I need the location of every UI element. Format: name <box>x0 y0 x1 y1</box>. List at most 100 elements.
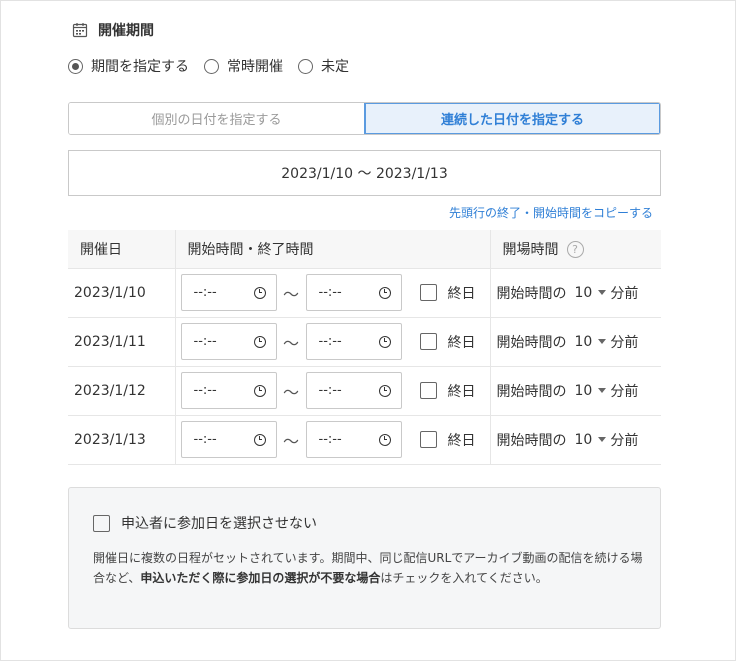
consecutive-dates-button[interactable]: 連続した日付を指定する <box>364 103 660 134</box>
time-value: --:-- <box>318 334 342 349</box>
caret-down-icon <box>598 437 607 442</box>
clock-icon <box>378 335 391 348</box>
copy-first-row-times-link[interactable]: 先頭行の終了・開始時間をコピーする <box>449 204 653 221</box>
row-date: 2023/1/10 <box>68 268 175 318</box>
start-time-input[interactable]: --:-- <box>180 323 277 360</box>
period-option-label: 期間を指定する <box>91 59 189 75</box>
table-header-row: 開催日 開始時間・終了時間 開場時間? <box>68 230 661 269</box>
individual-dates-button[interactable]: 個別の日付を指定する <box>69 103 364 134</box>
period-option-specify[interactable]: 期間を指定する <box>68 56 189 76</box>
start-time-input[interactable]: --:-- <box>180 421 277 458</box>
header-open: 開場時間? <box>489 230 661 269</box>
range-separator: 〜 <box>282 284 299 304</box>
open-suffix: 分前 <box>610 285 639 302</box>
help-icon[interactable]: ? <box>566 241 584 259</box>
open-suffix: 分前 <box>610 432 639 449</box>
period-option-always[interactable]: 常時開催 <box>204 56 283 76</box>
section-title: 開催期間 <box>98 23 154 39</box>
caret-down-icon <box>598 339 607 344</box>
start-time-input[interactable]: --:-- <box>180 274 277 311</box>
clock-icon <box>253 286 266 299</box>
time-value: --:-- <box>318 432 342 447</box>
time-value: --:-- <box>193 432 217 447</box>
time-value: --:-- <box>193 285 217 300</box>
end-time-input[interactable]: --:-- <box>305 372 402 409</box>
period-option-undecided[interactable]: 未定 <box>298 56 349 76</box>
allday-label: 終日 <box>447 432 476 449</box>
radio-button[interactable] <box>298 58 313 74</box>
open-prefix: 開始時間の <box>496 383 567 400</box>
open-minutes-select[interactable]: 10 <box>575 432 607 448</box>
clock-icon <box>253 335 266 348</box>
calendar-icon <box>72 23 88 38</box>
allday-checkbox[interactable]: 終日 <box>419 283 476 303</box>
open-minutes-select[interactable]: 10 <box>575 383 607 399</box>
table-row: 2023/1/12 --:-- 〜 --:-- 終日 開始時間の 10 分前 <box>68 366 661 416</box>
range-separator: 〜 <box>282 333 299 353</box>
open-minutes-value: 10 <box>574 382 593 399</box>
end-time-input[interactable]: --:-- <box>305 421 402 458</box>
allday-label: 終日 <box>447 383 476 400</box>
date-mode-toggle: 個別の日付を指定する 連続した日付を指定する <box>68 102 661 135</box>
checkbox[interactable] <box>419 431 437 448</box>
radio-button-selected[interactable] <box>68 58 83 74</box>
schedule-table: 開催日 開始時間・終了時間 開場時間? 2023/1/10 --:-- 〜 --… <box>68 230 661 465</box>
allday-label: 終日 <box>447 334 476 351</box>
period-option-label: 常時開催 <box>227 59 283 75</box>
open-suffix: 分前 <box>610 334 639 351</box>
caret-down-icon <box>598 388 607 393</box>
caret-down-icon <box>598 290 607 295</box>
notice-panel: 申込者に参加日を選択させない 開催日に複数の日程がセットされています。期間中、同… <box>68 487 661 629</box>
header-open-label: 開場時間 <box>502 241 559 258</box>
row-date: 2023/1/12 <box>68 366 175 416</box>
time-value: --:-- <box>193 334 217 349</box>
clock-icon <box>378 433 391 446</box>
clock-icon <box>253 384 266 397</box>
allday-checkbox[interactable]: 終日 <box>419 430 476 450</box>
checkbox[interactable] <box>419 333 437 350</box>
open-minutes-value: 10 <box>574 284 593 301</box>
allday-label: 終日 <box>447 285 476 302</box>
open-minutes-select[interactable]: 10 <box>575 334 607 350</box>
allday-checkbox[interactable]: 終日 <box>419 381 476 401</box>
radio-button[interactable] <box>204 58 219 74</box>
checkbox[interactable] <box>93 514 110 532</box>
clock-icon <box>253 433 266 446</box>
open-prefix: 開始時間の <box>496 432 567 449</box>
time-value: --:-- <box>193 383 217 398</box>
range-separator: 〜 <box>282 431 299 451</box>
allday-checkbox[interactable]: 終日 <box>419 332 476 352</box>
row-times: --:-- 〜 --:-- 終日 <box>174 317 490 367</box>
table-row: 2023/1/10 --:-- 〜 --:-- 終日 開始時間の 10 分前 <box>68 268 661 318</box>
section-header: 開催期間 <box>72 20 154 40</box>
period-option-label: 未定 <box>321 59 349 75</box>
header-times: 開始時間・終了時間 <box>174 230 490 269</box>
row-times: --:-- 〜 --:-- 終日 <box>174 268 490 318</box>
notice-text-after: はチェックを入れてください。 <box>380 571 548 585</box>
open-prefix: 開始時間の <box>496 334 567 351</box>
row-date: 2023/1/13 <box>68 415 175 465</box>
checkbox[interactable] <box>419 382 437 399</box>
row-open: 開始時間の 10 分前 <box>489 317 661 367</box>
end-time-input[interactable]: --:-- <box>305 323 402 360</box>
no-date-selection-checkbox[interactable]: 申込者に参加日を選択させない <box>93 513 317 533</box>
no-date-selection-label: 申込者に参加日を選択させない <box>121 516 317 532</box>
row-open: 開始時間の 10 分前 <box>489 415 661 465</box>
row-open: 開始時間の 10 分前 <box>489 366 661 416</box>
table-row: 2023/1/13 --:-- 〜 --:-- 終日 開始時間の 10 分前 <box>68 415 661 465</box>
open-minutes-value: 10 <box>574 431 593 448</box>
start-time-input[interactable]: --:-- <box>180 372 277 409</box>
end-time-input[interactable]: --:-- <box>305 274 402 311</box>
open-minutes-select[interactable]: 10 <box>575 285 607 301</box>
open-minutes-value: 10 <box>574 333 593 350</box>
notice-text-bold: 申込いただく際に参加日の選択が不要な場合 <box>140 571 381 585</box>
range-separator: 〜 <box>282 382 299 402</box>
period-radio-group: 期間を指定する 常時開催 未定 <box>68 56 364 76</box>
checkbox[interactable] <box>419 284 437 301</box>
header-date: 開催日 <box>68 230 175 269</box>
date-range-field[interactable]: 2023/1/10 〜 2023/1/13 <box>68 150 661 196</box>
clock-icon <box>378 384 391 397</box>
time-value: --:-- <box>318 383 342 398</box>
open-suffix: 分前 <box>610 383 639 400</box>
row-open: 開始時間の 10 分前 <box>489 268 661 318</box>
